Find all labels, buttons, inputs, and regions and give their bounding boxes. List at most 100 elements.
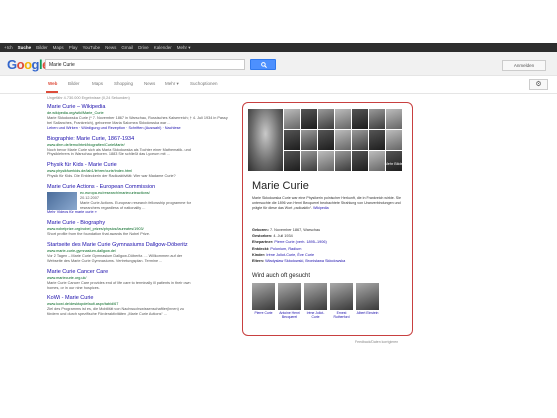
person-name[interactable]: Antoine Henri Becquerel xyxy=(278,311,301,319)
result-title-link[interactable]: Biographie: Marie Curie, 1867-1934 xyxy=(47,136,230,143)
thumbnail-image[interactable] xyxy=(386,151,402,171)
result-media-row: ec.europa.eu/research/mariecurieactions/… xyxy=(47,191,230,210)
person-photo[interactable] xyxy=(278,283,301,310)
result-title-link[interactable]: Startseite des Marie Curie Gymnasiums Da… xyxy=(47,242,230,249)
search-results: Marie Curie – Wikipedia de.wikipedia.org… xyxy=(47,104,230,322)
result-thumbnail[interactable] xyxy=(47,191,77,210)
thumbnail-image[interactable] xyxy=(301,109,317,129)
thumbnail-image[interactable] xyxy=(352,130,368,150)
thumbnail-image[interactable] xyxy=(386,130,402,150)
thumbnail-image[interactable] xyxy=(301,130,317,150)
person-name[interactable]: Pierre Curie xyxy=(252,311,275,315)
thumbnail-image[interactable] xyxy=(284,151,300,171)
knowledge-panel: Mehr Bilder Marie Curie Marie Skłodowska… xyxy=(242,102,413,336)
thumbnail-image[interactable] xyxy=(369,151,385,171)
also-searched-heading: Wird auch oft gesucht xyxy=(252,273,311,279)
main-portrait-image[interactable] xyxy=(248,109,283,171)
related-person[interactable]: Albert Einstein xyxy=(356,283,379,319)
result-title-link[interactable]: KoWi - Marie Curie xyxy=(47,295,230,302)
search-result: Physik für Kids - Marie Curie www.physik… xyxy=(47,162,230,179)
thumbnail-image[interactable] xyxy=(284,109,300,129)
related-person[interactable]: Irène Joliot-Curie xyxy=(304,283,327,319)
search-tabs: Web Bilder Maps Shopping News Mehr ▾ Suc… xyxy=(0,76,557,94)
thumbnail-image[interactable] xyxy=(335,109,351,129)
topbar-item-play[interactable]: Play xyxy=(69,45,78,50)
related-person[interactable]: Pierre Curie xyxy=(252,283,275,319)
topbar-item-news[interactable]: News xyxy=(105,45,116,50)
topbar-item-bilder[interactable]: Bilder xyxy=(36,45,48,50)
thumbnail-image[interactable] xyxy=(318,130,334,150)
person-photo[interactable] xyxy=(330,283,353,310)
person-photo[interactable] xyxy=(356,283,379,310)
person-photo[interactable] xyxy=(252,283,275,310)
result-title-link[interactable]: Physik für Kids - Marie Curie xyxy=(47,162,230,169)
topbar-item-gmail[interactable]: Gmail xyxy=(121,45,133,50)
topbar-item-ich[interactable]: +Ich xyxy=(4,45,13,50)
person-name[interactable]: Albert Einstein xyxy=(356,311,379,315)
result-body: ec.europa.eu/research/mariecurieactions/… xyxy=(80,191,191,210)
tab-web[interactable]: Web xyxy=(48,81,57,86)
top-navigation-bar: +Ich Suche Bilder Maps Play YouTube News… xyxy=(0,43,557,52)
topbar-item-kalender[interactable]: Kalender xyxy=(154,45,172,50)
thumbnail-image[interactable] xyxy=(301,151,317,171)
search-result: Marie Curie Cancer Care www.mariecurie.o… xyxy=(47,269,230,291)
search-result: Startseite des Marie Curie Gymnasiums Da… xyxy=(47,242,230,264)
result-snippet: Webseite des Marie Curie Gymnasiums. Ver… xyxy=(47,258,163,263)
result-snippet: Marie Curie Actions. European research f… xyxy=(80,200,192,205)
thumbnail-image[interactable] xyxy=(369,109,385,129)
search-result: KoWi - Marie Curie www.kowi.de/desktopde… xyxy=(47,295,230,317)
result-title-link[interactable]: Marie Curie - Biography xyxy=(47,220,230,227)
thumbnail-image[interactable] xyxy=(369,130,385,150)
source-link[interactable]: Wikipedia xyxy=(313,206,329,210)
image-collage[interactable] xyxy=(248,109,407,171)
google-logo[interactable]: Google xyxy=(7,57,49,72)
topbar-item-suche[interactable]: Suche xyxy=(18,45,32,50)
result-title-link[interactable]: Marie Curie – Wikipedia xyxy=(47,104,230,111)
thumbnail-image[interactable] xyxy=(318,151,334,171)
person-name[interactable]: Irène Joliot-Curie xyxy=(304,311,327,319)
tab-maps[interactable]: Maps xyxy=(92,81,103,86)
panel-description: Marie Skłodowska Curie war eine Physiker… xyxy=(252,196,402,210)
search-button[interactable] xyxy=(250,59,276,70)
topbar-item-mehr[interactable]: Mehr ▾ xyxy=(177,45,191,51)
thumbnail-image[interactable] xyxy=(386,109,402,129)
result-title-link[interactable]: Marie Curie Actions - European Commissio… xyxy=(47,184,230,191)
search-input[interactable]: Marie Curie xyxy=(45,59,245,70)
result-title-link[interactable]: Marie Curie Cancer Care xyxy=(47,269,230,276)
tab-suchoptionen[interactable]: Suchoptionen xyxy=(190,81,218,86)
related-person[interactable]: Ernest Rutherford xyxy=(330,283,353,319)
tab-shopping[interactable]: Shopping xyxy=(114,81,133,86)
thumbnail-image[interactable] xyxy=(284,130,300,150)
person-name[interactable]: Ernest Rutherford xyxy=(330,311,353,319)
thumbnail-image[interactable] xyxy=(352,109,368,129)
fact-link[interactable]: Polonium, Radium xyxy=(270,247,301,251)
search-result: Biographie: Marie Curie, 1867-1934 www.d… xyxy=(47,136,230,158)
result-sitelinks[interactable]: Leben und Wirken · Würdigung und Rezepti… xyxy=(47,126,230,131)
fact-link[interactable]: Irène Joliot-Curie, Ève Curie xyxy=(266,253,314,257)
panel-title: Marie Curie xyxy=(252,180,309,192)
fact-link[interactable]: Władysław Skłodowski, Bronisława Skłodow… xyxy=(265,259,345,263)
thumbnail-image[interactable] xyxy=(335,151,351,171)
search-result: Marie Curie Actions - European Commissio… xyxy=(47,184,230,215)
topbar-item-drive[interactable]: Drive xyxy=(138,45,149,50)
person-photo[interactable] xyxy=(304,283,327,310)
thumbnail-image[interactable] xyxy=(318,109,334,129)
settings-gear-icon[interactable]: ⚙ xyxy=(529,79,548,90)
active-tab-indicator xyxy=(46,91,58,93)
tab-news[interactable]: News xyxy=(144,81,155,86)
more-videos-link[interactable]: Mehr Videos für marie curie » xyxy=(47,210,230,215)
more-images-link[interactable]: Mehr Bilder xyxy=(385,162,404,166)
search-header: Google Marie Curie Anmelden xyxy=(0,52,557,76)
thumbnail-image[interactable] xyxy=(352,151,368,171)
result-snippet: fördern und durch spezifische Förderakti… xyxy=(47,312,167,317)
topbar-item-maps[interactable]: Maps xyxy=(53,45,64,50)
tab-mehr[interactable]: Mehr ▾ xyxy=(165,81,179,87)
signin-button[interactable]: Anmelden xyxy=(502,60,546,71)
tab-bilder[interactable]: Bilder xyxy=(68,81,80,86)
fact-link[interactable]: Pierre Curie (verh. 1895–1906) xyxy=(274,240,326,244)
related-person[interactable]: Antoine Henri Becquerel xyxy=(278,283,301,319)
topbar-item-youtube[interactable]: YouTube xyxy=(82,45,100,50)
thumbnail-image[interactable] xyxy=(335,130,351,150)
feedback-link[interactable]: Feedback/Daten korrigieren xyxy=(355,340,398,344)
related-people: Pierre Curie Antoine Henri Becquerel Irè… xyxy=(252,283,407,319)
